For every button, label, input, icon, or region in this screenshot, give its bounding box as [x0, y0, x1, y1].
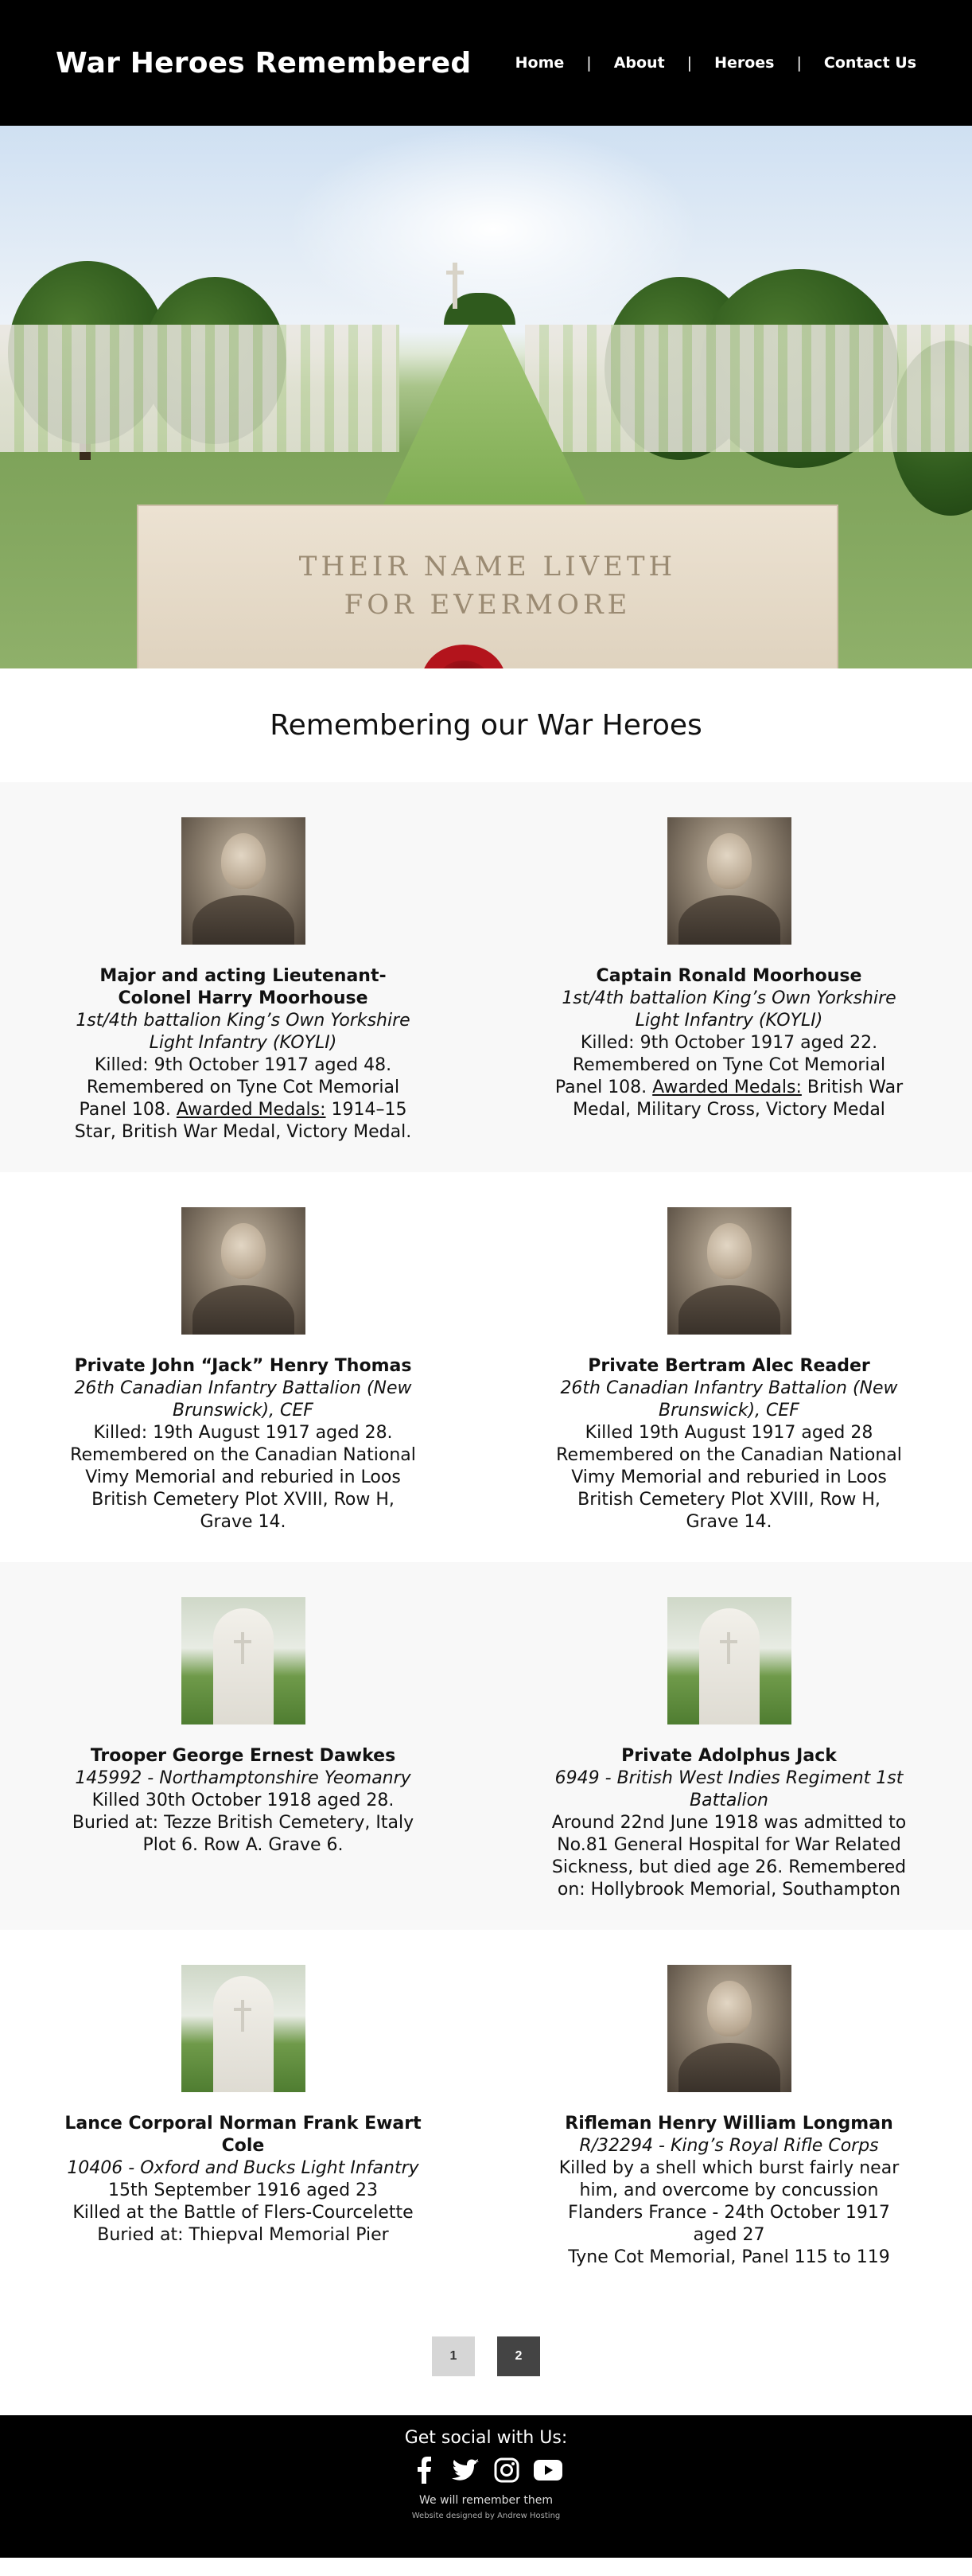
- nav-about[interactable]: About: [614, 54, 665, 72]
- hero-portrait: [667, 817, 791, 945]
- hero-name: Private Adolphus Jack: [621, 1746, 837, 1766]
- headstone-image: [181, 1965, 305, 2092]
- section-title: Remembering our War Heroes: [270, 709, 702, 742]
- heroes-row: Lance Corporal Norman Frank Ewart Cole 1…: [0, 1930, 972, 2297]
- hero-name: Trooper George Ernest Dawkes: [90, 1746, 396, 1766]
- hero-card: Private Adolphus Jack 6949 - British Wes…: [486, 1597, 972, 1901]
- hero-unit: 145992 - Northamptonshire Yeomanry: [75, 1768, 411, 1788]
- page-1-button[interactable]: 1: [432, 2336, 475, 2376]
- hero-detail-line: Killed at the Battle of Flers-Courcelett…: [72, 2203, 414, 2223]
- hero-text: Private Adolphus Jack 6949 - British Wes…: [550, 1745, 908, 1901]
- stone-of-remembrance: THEIR NAME LIVETH FOR EVERMORE: [137, 505, 838, 668]
- hero-portrait: [181, 817, 305, 945]
- headstone-rows: [525, 325, 972, 452]
- hero-text: Private Bertram Alec Reader 26th Canadia…: [550, 1355, 908, 1534]
- site-header: War Heroes Remembered Home | About | Her…: [0, 0, 972, 126]
- hero-card: Rifleman Henry William Longman R/32294 -…: [486, 1965, 972, 2269]
- hero-detail-line: Tyne Cot Memorial, Panel 115 to 119: [568, 2247, 890, 2267]
- medals-label: Awarded Medals:: [652, 1078, 802, 1097]
- hero-details: Killed 30th October 1918 aged 28. Buried…: [72, 1791, 414, 1855]
- headstone-image: [667, 1597, 791, 1724]
- hero-details: Killed 19th August 1917 aged 28 Remember…: [556, 1423, 902, 1532]
- hero-name: Private John “Jack” Henry Thomas: [74, 1356, 412, 1376]
- hero-unit: R/32294 - King’s Royal Rifle Corps: [579, 2136, 879, 2156]
- heroes-row: Major and acting Lieutenant-Colonel Harr…: [0, 782, 972, 1172]
- hero-detail-line: Killed by a shell which burst fairly nea…: [558, 2158, 900, 2200]
- hero-portrait: [667, 1965, 791, 2092]
- hero-unit: 26th Canadian Infantry Battalion (New Br…: [74, 1378, 412, 1421]
- nav-home[interactable]: Home: [515, 54, 565, 72]
- nav-heroes[interactable]: Heroes: [714, 54, 774, 72]
- medals-label: Awarded Medals:: [176, 1100, 326, 1120]
- hero-details: Killed: 19th August 1917 aged 28. Rememb…: [70, 1423, 416, 1532]
- hero-banner-image: THEIR NAME LIVETH FOR EVERMORE: [0, 126, 972, 668]
- hero-name: Private Bertram Alec Reader: [588, 1356, 870, 1376]
- hero-portrait: [667, 1207, 791, 1335]
- heroes-row: Private John “Jack” Henry Thomas 26th Ca…: [0, 1172, 972, 1562]
- footer-note: We will remember them: [419, 2494, 553, 2507]
- stone-inscription-line1: THEIR NAME LIVETH: [298, 551, 677, 583]
- hero-text: Trooper George Ernest Dawkes 145992 - No…: [64, 1745, 422, 1857]
- youtube-icon[interactable]: [534, 2456, 562, 2484]
- hero-details: Around 22nd June 1918 was admitted to No…: [551, 1813, 907, 1900]
- twitter-icon[interactable]: [451, 2456, 480, 2484]
- pagination: 1 2: [0, 2297, 972, 2415]
- social-icons: [410, 2456, 562, 2484]
- hero-card: Private Bertram Alec Reader 26th Canadia…: [486, 1207, 972, 1534]
- stone-inscription-line2: FOR EVERMORE: [344, 589, 632, 621]
- hero-name: Lance Corporal Norman Frank Ewart Cole: [64, 2114, 422, 2156]
- hero-name: Rifleman Henry William Longman: [565, 2114, 893, 2134]
- site-footer: Get social with Us: We will remember the…: [0, 2415, 972, 2558]
- hero-card: Private John “Jack” Henry Thomas 26th Ca…: [0, 1207, 486, 1534]
- headstone-rows: [0, 325, 399, 452]
- hero-detail-line: Buried at: Thiepval Memorial Pier: [97, 2225, 389, 2245]
- hero-card: Major and acting Lieutenant-Colonel Harr…: [0, 817, 486, 1144]
- cross-of-sacrifice: [446, 263, 464, 309]
- headstone-image: [181, 1597, 305, 1724]
- hero-text: Major and acting Lieutenant-Colonel Harr…: [64, 965, 422, 1144]
- main-nav: Home | About | Heroes | Contact Us: [515, 54, 916, 72]
- hero-text: Private John “Jack” Henry Thomas 26th Ca…: [64, 1355, 422, 1534]
- page-2-button[interactable]: 2: [497, 2336, 540, 2376]
- heroes-row: Trooper George Ernest Dawkes 145992 - No…: [0, 1562, 972, 1930]
- hero-unit: 1st/4th battalion King’s Own Yorkshire L…: [76, 1011, 410, 1053]
- nav-contact-us[interactable]: Contact Us: [824, 54, 916, 72]
- hero-unit: 26th Canadian Infantry Battalion (New Br…: [560, 1378, 898, 1421]
- hero-unit: 1st/4th battalion King’s Own Yorkshire L…: [562, 988, 896, 1031]
- hero-card: Captain Ronald Moorhouse 1st/4th battali…: [486, 817, 972, 1144]
- hero-unit: 6949 - British West Indies Regiment 1st …: [554, 1768, 904, 1810]
- section-heading: Remembering our War Heroes: [0, 668, 972, 782]
- social-title: Get social with Us:: [404, 2428, 568, 2448]
- hero-card: Trooper George Ernest Dawkes 145992 - No…: [0, 1597, 486, 1901]
- hero-text: Captain Ronald Moorhouse 1st/4th battali…: [550, 965, 908, 1121]
- hero-name: Major and acting Lieutenant-Colonel Harr…: [99, 966, 387, 1008]
- nav-separator: |: [686, 54, 693, 72]
- site-title[interactable]: War Heroes Remembered: [56, 47, 471, 80]
- hero-detail-line: Flanders France - 24th October 1917 aged…: [568, 2203, 890, 2245]
- facebook-icon[interactable]: [410, 2456, 438, 2484]
- nav-separator: |: [586, 54, 592, 72]
- footer-credit: Website designed by Andrew Hosting: [411, 2512, 561, 2520]
- instagram-icon[interactable]: [492, 2456, 521, 2484]
- hero-name: Captain Ronald Moorhouse: [596, 966, 862, 986]
- hero-text: Rifleman Henry William Longman R/32294 -…: [550, 2113, 908, 2269]
- hero-detail-line: 15th September 1916 aged 23: [107, 2180, 379, 2200]
- hero-unit: 10406 - Oxford and Bucks Light Infantry: [67, 2158, 419, 2178]
- hero-text: Lance Corporal Norman Frank Ewart Cole 1…: [64, 2113, 422, 2247]
- hero-card: Lance Corporal Norman Frank Ewart Cole 1…: [0, 1965, 486, 2269]
- hero-portrait: [181, 1207, 305, 1335]
- nav-separator: |: [796, 54, 802, 72]
